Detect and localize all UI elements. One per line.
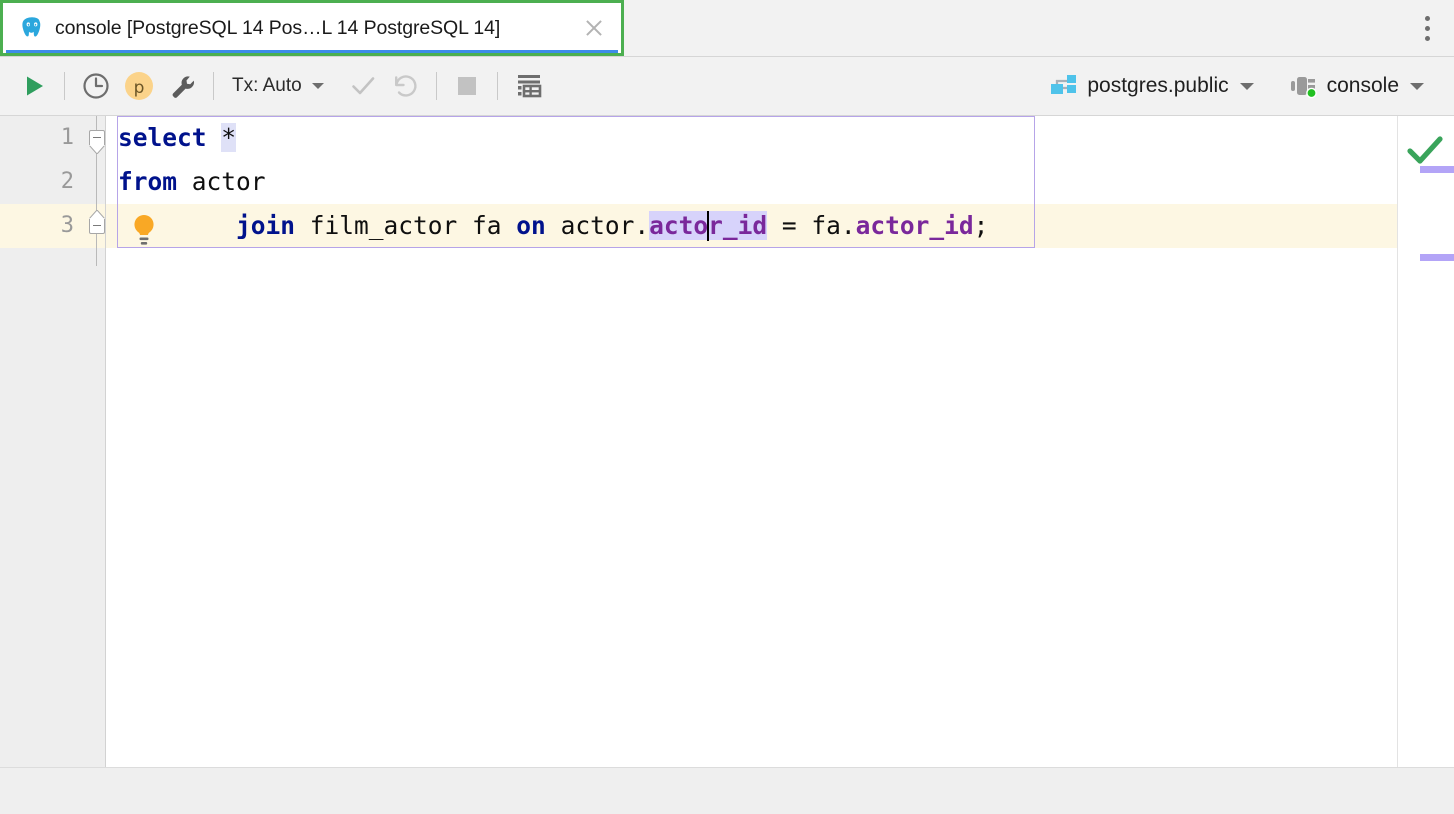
console-toolbar: p Tx: Auto <box>0 57 1454 116</box>
table-actor: actor <box>192 167 266 196</box>
equals-operator: = <box>767 211 811 240</box>
play-icon <box>20 72 48 100</box>
kebab-dot <box>1425 26 1430 31</box>
close-icon[interactable] <box>581 15 607 41</box>
rollback-button[interactable] <box>384 66 426 106</box>
kebab-dot <box>1425 36 1430 41</box>
tab-title: console [PostgreSQL 14 Pos…L 14 PostgreS… <box>55 17 571 40</box>
fold-marker-tail <box>89 145 105 154</box>
kebab-dot <box>1425 16 1430 21</box>
code-line-2[interactable]: from actor <box>118 160 266 204</box>
fold-marker-start[interactable] <box>89 130 105 146</box>
semicolon: ; <box>974 211 989 240</box>
table-film-actor: film_actor fa <box>310 211 517 240</box>
fold-marker-tail <box>89 210 105 219</box>
check-ok-icon[interactable] <box>1406 134 1444 168</box>
tx-mode-label: Tx: Auto <box>232 75 302 97</box>
keyword-on: on <box>516 211 560 240</box>
session-label: console <box>1327 74 1399 98</box>
qualifier-fa: fa. <box>811 211 855 240</box>
stop-square-icon <box>454 73 480 99</box>
qualifier-actor: actor. <box>561 211 650 240</box>
tab-bar-spacer <box>624 0 1400 56</box>
fold-marker-end[interactable] <box>89 218 105 234</box>
chevron-down-icon <box>1410 83 1424 90</box>
line-number: 2 <box>61 160 74 204</box>
selected-column-actor-id[interactable]: actor_id <box>649 211 767 240</box>
line-number: 1 <box>61 116 74 160</box>
schema-selector[interactable]: postgres.public <box>1042 65 1259 107</box>
dialect-p-badge-icon: p <box>123 70 155 102</box>
check-icon <box>348 71 378 101</box>
schema-label: postgres.public <box>1087 74 1228 98</box>
stop-button[interactable] <box>447 66 487 106</box>
schema-hierarchy-icon <box>1048 71 1078 101</box>
more-vertical-icon[interactable] <box>1400 0 1454 56</box>
code-folding-column[interactable] <box>88 116 106 767</box>
column-actor-id: actor_id <box>856 211 974 240</box>
toolbar-separator <box>64 72 65 100</box>
keyword-select: select <box>118 123 221 152</box>
keyword-join: join <box>236 211 310 240</box>
line-number: 3 <box>61 204 74 248</box>
clock-history-icon <box>81 71 111 101</box>
usage-marker-stripe[interactable] <box>1420 166 1454 173</box>
rollback-icon <box>390 71 420 101</box>
tab-console[interactable]: console [PostgreSQL 14 Pos…L 14 PostgreS… <box>0 0 624 56</box>
sql-editor[interactable]: 1 2 3 selec <box>0 116 1454 767</box>
history-button[interactable] <box>75 66 117 106</box>
text-caret <box>707 211 709 241</box>
star-token: * <box>221 123 236 152</box>
chevron-down-icon <box>1240 83 1254 90</box>
line3-indent <box>118 211 236 240</box>
toolbar-separator <box>436 72 437 100</box>
code-line-3[interactable]: join film_actor fa on actor.actor_id = f… <box>118 204 988 248</box>
code-text-area[interactable]: select * from actor join film_actor fa o… <box>106 116 1397 767</box>
database-console-window: console [PostgreSQL 14 Pos…L 14 PostgreS… <box>0 0 1454 814</box>
show-output-button[interactable] <box>508 66 550 106</box>
code-line-1[interactable]: select * <box>118 116 236 160</box>
commit-button[interactable] <box>342 66 384 106</box>
usage-marker-stripe[interactable] <box>1420 254 1454 261</box>
inspection-marker-column[interactable] <box>1397 116 1454 767</box>
svg-text:p: p <box>134 78 145 98</box>
status-bar <box>0 767 1454 814</box>
data-grid-icon <box>514 71 544 101</box>
postgresql-elephant-icon <box>19 15 45 41</box>
toolbar-separator <box>497 72 498 100</box>
gutter-current-line-highlight <box>0 204 88 248</box>
session-selector[interactable]: console <box>1282 65 1430 107</box>
keyword-from: from <box>118 167 192 196</box>
execute-button[interactable] <box>14 66 54 106</box>
tab-bar: console [PostgreSQL 14 Pos…L 14 PostgreS… <box>0 0 1454 57</box>
console-plug-icon <box>1288 71 1318 101</box>
datasource-settings-button[interactable] <box>161 66 203 106</box>
dialect-button[interactable]: p <box>117 66 161 106</box>
line-number-gutter: 1 2 3 <box>0 116 88 767</box>
tx-mode-selector[interactable]: Tx: Auto <box>224 66 332 106</box>
wrench-icon <box>167 71 197 101</box>
toolbar-separator <box>213 72 214 100</box>
chevron-down-icon <box>312 83 324 89</box>
